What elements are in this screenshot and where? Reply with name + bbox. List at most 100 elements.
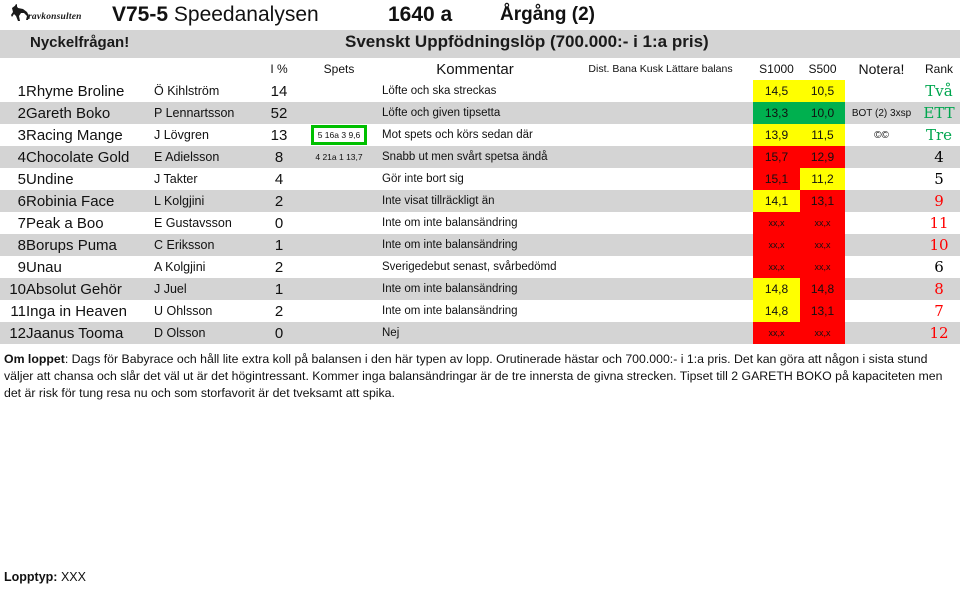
speed-analysis-table: I % Spets Kommentar Dist. Bana Kusk Lätt… (0, 58, 960, 344)
row-s500: 14,8 (800, 278, 845, 300)
table-row[interactable]: 1 Rhyme Broline Ö Kihlström 14 Löfte och ska… (0, 80, 960, 102)
row-dist-bana-kusk (568, 300, 753, 322)
brand-logo: ravkonsulten (10, 3, 108, 27)
row-ip-percent: 14 (270, 82, 288, 100)
about-text: : Dags för Babyrace och håll lite extra … (4, 352, 943, 400)
lopptyp-value: XXX (60, 570, 86, 584)
col-notera: Notera! (845, 58, 918, 80)
table-row[interactable]: 2 Gareth Boko P Lennartsson 52 Löfte och giv… (0, 102, 960, 124)
row-s500: 10,0 (800, 102, 845, 124)
row-s500: xx,x (800, 212, 845, 234)
row-ip-percent: 0 (274, 214, 284, 232)
table-row[interactable]: 4 Chocolate Gold E Adielsson 8 4 21a 1 13,7 S… (0, 146, 960, 168)
row-s1000: 15,7 (753, 146, 800, 168)
row-s500: 12,9 (800, 146, 845, 168)
row-ip-percent: 8 (274, 148, 284, 166)
row-start-number: 4 (17, 148, 26, 166)
row-rank: 9 (934, 192, 944, 210)
table-row[interactable]: 10 Absolut Gehör J Juel 1 Inte om inte balan… (0, 278, 960, 300)
row-driver-name: D Olsson (154, 326, 206, 340)
row-rank: Två (925, 82, 953, 100)
row-s1000: 14,8 (753, 300, 800, 322)
row-rank: ETT (923, 104, 955, 122)
row-start-number: 2 (17, 104, 26, 122)
row-driver-name: J Lövgren (154, 128, 209, 142)
row-ip-percent: 1 (274, 236, 284, 254)
row-spets-stat: 5 16a 3 9,6 (296, 124, 382, 146)
row-spets-stat (296, 300, 382, 322)
row-dist-bana-kusk (568, 278, 753, 300)
table-row[interactable]: 8 Borups Puma C Eriksson 1 Inte om inte bala… (0, 234, 960, 256)
race-vintage: Årgång (2) (500, 4, 595, 25)
row-dist-bana-kusk (568, 212, 753, 234)
row-rank: 11 (929, 214, 949, 232)
row-kommentar: Gör inte bort sig (382, 173, 464, 185)
row-start-number: 10 (9, 280, 26, 298)
row-ip-percent: 4 (274, 170, 284, 188)
row-driver-name: Ö Kihlström (154, 84, 220, 98)
row-horse-name: Absolut Gehör (26, 280, 122, 298)
row-horse-name: Gareth Boko (26, 104, 111, 122)
about-race-paragraph: Om loppet: Dags för Babyrace och håll li… (4, 351, 954, 402)
row-s500: 11,2 (800, 168, 845, 190)
table-row[interactable]: 12 Jaanus Tooma D Olsson 0 Nej xx,x xx,x 12 (0, 322, 960, 344)
race-code: V75-5 (112, 3, 169, 26)
logo-wordmark: ravkonsulten (28, 12, 82, 22)
col-dist-bana-kusk: Dist. Bana Kusk Lättare balans (568, 58, 753, 80)
lopptyp-label: Lopptyp: (4, 570, 58, 584)
row-dist-bana-kusk (568, 190, 753, 212)
row-ip-percent: 1 (274, 280, 284, 298)
race-distance: 1640 a (388, 3, 453, 26)
row-s1000: xx,x (753, 212, 800, 234)
row-horse-name: Inga in Heaven (26, 302, 127, 320)
row-spets-stat (296, 322, 382, 344)
row-s500: xx,x (800, 256, 845, 278)
key-question-label: Nyckelfrågan! (30, 34, 130, 51)
row-notera (845, 278, 918, 300)
row-kommentar: Mot spets och körs sedan där (382, 129, 533, 141)
row-driver-name: E Gustavsson (154, 216, 232, 230)
row-kommentar: Inte visat tillräckligt än (382, 195, 495, 207)
row-kommentar: Löfte och ska streckas (382, 85, 497, 97)
row-rank: 7 (934, 302, 944, 320)
row-spets-stat (296, 80, 382, 102)
row-dist-bana-kusk (568, 146, 753, 168)
col-horse (26, 58, 154, 80)
row-spets-stat (296, 256, 382, 278)
row-notera (845, 256, 918, 278)
table-row[interactable]: 5 Undine J Takter 4 Gör inte bort sig 15,1 11,… (0, 168, 960, 190)
table-row[interactable]: 3 Racing Mange J Lövgren 13 5 16a 3 9,6 Mot s… (0, 124, 960, 146)
row-start-number: 12 (9, 324, 26, 342)
table-row[interactable]: 11 Inga in Heaven U Ohlsson 2 Inte om inte b… (0, 300, 960, 322)
row-kommentar: Löfte och given tipsetta (382, 107, 501, 119)
page-title: V75-5 Speedanalysen (112, 2, 319, 28)
row-horse-name: Robinia Face (26, 192, 115, 210)
row-ip-percent: 2 (274, 302, 284, 320)
row-kommentar: Nej (382, 327, 400, 339)
row-start-number: 7 (17, 214, 26, 232)
table-row[interactable]: 7 Peak a Boo E Gustavsson 0 Inte om inte bal… (0, 212, 960, 234)
row-notera: BOT (2) 3xsp (851, 107, 912, 119)
row-ip-percent: 13 (270, 126, 288, 144)
spets-highlight-box: 5 16a 3 9,6 (310, 125, 368, 145)
row-s500: xx,x (800, 234, 845, 256)
row-horse-name: Rhyme Broline (26, 82, 125, 100)
row-s1000: 13,9 (753, 124, 800, 146)
table-row[interactable]: 9 Unau A Kolgjini 2 Sverigedebut senast, svå… (0, 256, 960, 278)
row-notera (845, 322, 918, 344)
row-s1000: 14,5 (753, 80, 800, 102)
row-driver-name: J Juel (154, 282, 187, 296)
row-spets-stat: 4 21a 1 13,7 (315, 152, 363, 162)
row-dist-bana-kusk (568, 234, 753, 256)
table-header-row: I % Spets Kommentar Dist. Bana Kusk Lätt… (0, 58, 960, 80)
row-notera (845, 300, 918, 322)
subtitle-bar: Nyckelfrågan! Svenskt Uppfödningslöp (70… (0, 30, 960, 58)
table-row[interactable]: 6 Robinia Face L Kolgjini 2 Inte visat tillr… (0, 190, 960, 212)
row-s500: xx,x (800, 322, 845, 344)
row-ip-percent: 0 (274, 324, 284, 342)
row-notera (845, 190, 918, 212)
col-ip: I % (262, 58, 296, 80)
row-driver-name: U Ohlsson (154, 304, 213, 318)
row-s500: 13,1 (800, 190, 845, 212)
row-s500: 10,5 (800, 80, 845, 102)
